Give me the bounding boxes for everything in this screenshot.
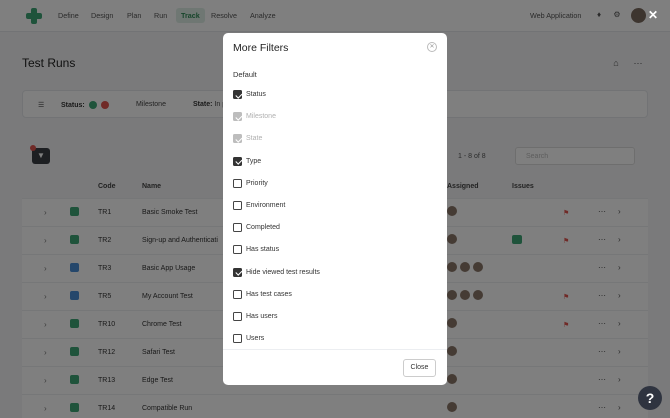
filter-option-state: State [233,133,433,145]
checkbox-users[interactable] [233,334,242,344]
dialog-close-icon[interactable]: ✕ [427,42,437,52]
checkbox-priority[interactable] [233,178,242,188]
checkbox-label: Status [246,91,266,98]
checkbox-state [233,134,242,144]
checkbox-label: Type [246,157,262,165]
more-filters-dialog: More Filters ✕ Default Status Milestone St… [223,33,447,385]
filter-option-priority[interactable]: Priority [233,178,433,190]
filter-option-has-users[interactable]: Has users [233,311,433,323]
checkbox-has-status[interactable] [233,245,242,255]
filter-option-environment[interactable]: Environment [233,200,433,212]
help-button[interactable]: ? [638,386,662,410]
checkbox-label: State [246,135,263,143]
checkbox-label: Users [246,335,265,343]
filter-option-has-test-cases[interactable]: Has test cases [233,289,433,301]
filter-option-has-status[interactable]: Has status [233,244,433,256]
checkbox-label: Has test cases [246,290,292,298]
checkbox-hide-viewed-test-results[interactable] [233,267,242,277]
checkbox-has-users[interactable] [233,312,242,321]
filter-option-milestone: Milestone [233,111,433,123]
close-button[interactable]: Close [403,359,436,377]
filter-option-hide-viewed-test-results[interactable]: Hide viewed test results [233,267,433,279]
filter-option-completed[interactable]: Completed [233,222,433,234]
close-icon[interactable]: ✕ [646,8,660,22]
filter-option-type[interactable]: Type [233,156,433,168]
checkbox-label: Has status [246,246,280,254]
checkbox-label: Has users [246,313,278,320]
checkbox-environment[interactable] [233,201,242,210]
filter-option-users[interactable]: Users [233,333,433,345]
section-label-default: Default [233,70,257,79]
dialog-divider [223,349,447,350]
checkbox-milestone [233,112,242,122]
filter-option-status[interactable]: Status [233,89,433,101]
checkbox-label: Hide viewed test results [246,268,320,276]
checkbox-has-test-cases[interactable] [233,289,242,299]
checkbox-label: Priority [246,179,268,187]
dialog-title: More Filters [233,42,289,54]
checkbox-label: Completed [246,224,280,232]
checkbox-label: Milestone [246,113,276,121]
checkbox-type[interactable] [233,156,242,166]
checkbox-completed[interactable] [233,223,242,233]
checkbox-label: Environment [246,202,286,209]
checkbox-status[interactable] [233,90,242,99]
